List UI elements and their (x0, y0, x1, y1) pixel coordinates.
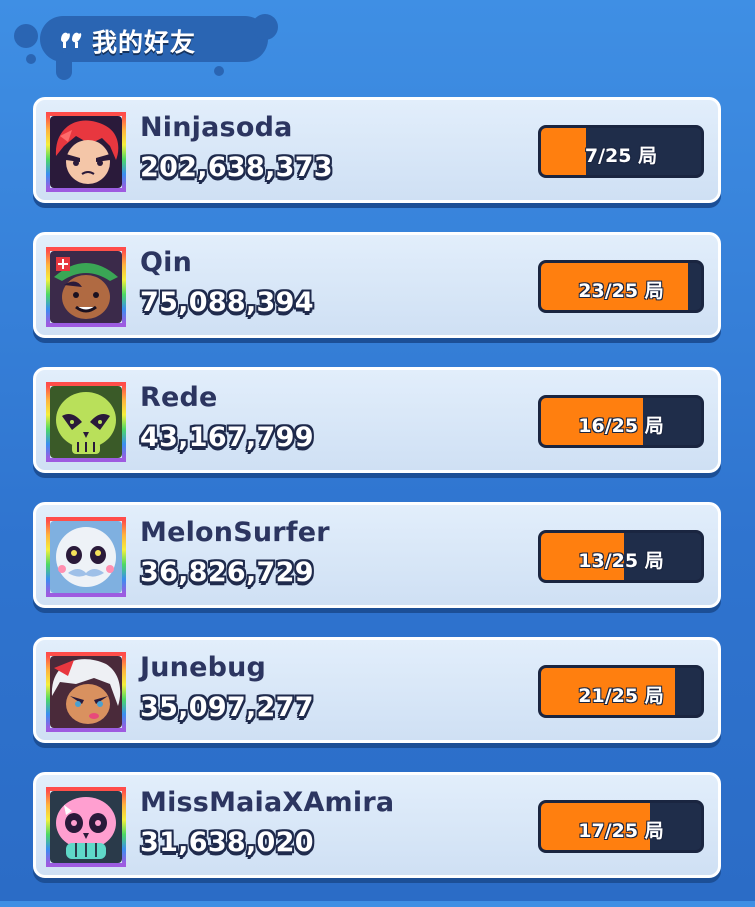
red-haired-ninja-avatar[interactable] (46, 112, 126, 192)
white-haired-girl-avatar[interactable] (46, 652, 126, 732)
games-progress-label: 23/25 局 (578, 280, 664, 302)
games-progress-label: 16/25 局 (578, 415, 664, 437)
games-progress-label: 17/25 局 (578, 820, 664, 842)
friend-card[interactable]: Junebug 35,097,277 21/25 局 (33, 637, 721, 743)
header-splat-dot (26, 54, 36, 64)
friend-name: Ninjasoda (140, 112, 293, 143)
friend-card[interactable]: MelonSurfer 36,826,729 13/25 局 (33, 502, 721, 608)
friend-name: Rede (140, 382, 218, 413)
friend-trophy-score: 202,638,373 (140, 152, 333, 183)
games-progress-label: 21/25 局 (578, 685, 664, 707)
games-progress-bar: 21/25 局 (538, 665, 704, 718)
friends-header: 我的好友 (14, 8, 284, 88)
games-progress-bar: 23/25 局 (538, 260, 704, 313)
games-progress-bar: 17/25 局 (538, 800, 704, 853)
games-progress-bar: 13/25 局 (538, 530, 704, 583)
games-progress-label: 7/25 局 (584, 145, 658, 167)
header-splat-drip (56, 52, 72, 80)
friend-list: Ninjasoda 202,638,373 7/25 局 Qin 75,088,394 2… (33, 97, 723, 907)
header-splat-dot (14, 24, 38, 48)
friend-card[interactable]: Ninjasoda 202,638,373 7/25 局 (33, 97, 721, 203)
friend-card[interactable]: Rede 43,167,799 16/25 局 (33, 367, 721, 473)
friend-name: MelonSurfer (140, 517, 330, 548)
green-skull-avatar[interactable] (46, 382, 126, 462)
green-hat-brawler-avatar[interactable] (46, 247, 126, 327)
friend-trophy-score: 36,826,729 (140, 557, 314, 588)
friend-card[interactable]: Qin 75,088,394 23/25 局 (33, 232, 721, 338)
friend-name: Junebug (140, 652, 267, 683)
friend-trophy-score: 43,167,799 (140, 422, 314, 453)
white-mustache-skull-avatar[interactable] (46, 517, 126, 597)
friend-name: Qin (140, 247, 193, 278)
games-progress-bar: 16/25 局 (538, 395, 704, 448)
header-splat-dot (252, 14, 278, 40)
games-progress-label: 13/25 局 (578, 550, 664, 572)
friends-icon (61, 32, 82, 48)
pink-sugar-skull-avatar[interactable] (46, 787, 126, 867)
friend-trophy-score: 31,638,020 (140, 827, 314, 858)
friend-name: MissMaiaXAmira (140, 787, 395, 818)
friend-card[interactable]: MissMaiaXAmira 31,638,020 17/25 局 (33, 772, 721, 878)
friend-trophy-score: 75,088,394 (140, 287, 314, 318)
header-splat-dot (214, 66, 224, 76)
games-progress-bar: 7/25 局 (538, 125, 704, 178)
page-title: 我的好友 (92, 28, 197, 57)
friend-trophy-score: 35,097,277 (140, 692, 314, 723)
